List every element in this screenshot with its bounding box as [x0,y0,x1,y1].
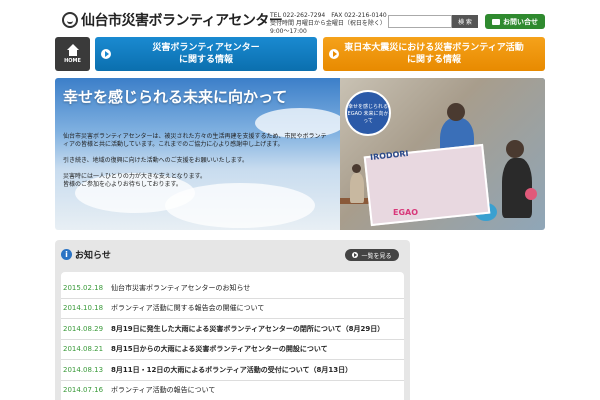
view-all-button[interactable]: 一覧を見る [345,249,399,261]
person [350,173,364,203]
news-section: i お知らせ 一覧を見る 2015.02.18 仙台市災害ボランティアセンターの… [55,240,410,400]
cloud [165,183,315,228]
orange-nav-line1: 東日本大震災における災害ボランティア活動 [344,43,524,53]
search-form: 検 索 [388,15,478,28]
person-head [447,103,465,121]
news-link[interactable]: 仙台市災害ボランティアセンターのお知らせ [111,283,250,293]
arrow-right-icon [329,49,339,59]
container [525,188,537,200]
chevron-right-icon [352,252,359,258]
orange-nav-line2: に関する情報 [406,55,461,65]
egao-badge: 幸せを感じられる EGAO 未来に向かって [345,90,391,136]
mail-icon [492,18,500,25]
hero-body: 仙台市災害ボランティアセンターは、被災された方々の生活再建を支援するため、市民や… [63,133,331,189]
news-date: 2014.08.21 [63,345,104,354]
news-item[interactable]: 2014.10.18 ボランティア活動に関する報告会の開催について [61,299,404,319]
news-link[interactable]: 8月15日からの大雨による災害ボランティアセンターの開設について [111,344,328,354]
hero-title: 幸せを感じられる未来に向かって [63,88,288,106]
news-item[interactable]: 2014.07.16 ボランティア活動の報告について [61,381,404,400]
info-icon: i [61,249,72,260]
person-head [352,164,361,173]
news-link[interactable]: ボランティア活動に関する報告会の開催について [111,303,264,313]
hero-paragraph: 災害時には一人ひとりの力が大きな支えとなります。 [63,173,207,180]
smile-logo-icon [62,12,78,28]
hero-paragraph: 仙台市災害ボランティアセンターは、被災された方々の生活再建を支援するため、市民や… [63,133,327,148]
news-item[interactable]: 2014.08.13 8月11日・12日の大雨によるボランティア活動の受付につい… [61,360,404,381]
news-link[interactable]: ボランティア活動の報告について [111,385,215,395]
logo-text: 仙台市災害ボランティアセンター [81,13,283,29]
news-item[interactable]: 2014.08.29 8月19日に発生した大雨による災害ボランティアセンターの閉… [61,319,404,340]
home-icon [66,44,80,56]
header: 仙台市災害ボランティアセンター TEL 022-262-7294 FAX 022… [0,0,600,36]
home-button[interactable]: HOME [55,37,90,71]
contact-hours: 受付時間 月曜日から金曜日（祝日を除く） [270,20,386,27]
contact-time: 9:00～17:00 [270,28,307,35]
news-item[interactable]: 2014.08.21 8月15日からの大雨による災害ボランティアセンターの開設に… [61,340,404,360]
news-list: 2015.02.18 仙台市災害ボランティアセンターのお知らせ 2014.10.… [61,272,404,400]
contact-info: TEL 022-262-7294 FAX 022-216-0140 受付時間 月… [270,12,387,36]
hero-banner: 幸せを感じられる未来に向かって 仙台市災害ボランティアセンターは、被災された方々… [55,78,545,230]
search-input[interactable] [388,15,452,28]
news-header: i お知らせ [61,248,111,261]
blue-nav-line2: に関する情報 [178,55,233,65]
person-head [506,140,524,158]
news-date: 2014.10.18 [63,304,104,313]
arrow-right-icon [101,49,111,59]
news-date: 2014.07.16 [63,386,104,395]
hero-paragraph: 引き続き、地域の復興に向けた活動へのご支援をお願いいたします。 [63,157,248,164]
news-link[interactable]: 8月11日・12日の大雨によるボランティア活動の受付について（8月13日） [111,365,352,375]
news-title: お知らせ [75,251,111,261]
news-item[interactable]: 2015.02.18 仙台市災害ボランティアセンターのお知らせ [61,278,404,299]
blue-nav-line1: 災害ボランティアセンター [152,43,260,53]
home-label: HOME [64,58,81,64]
site-logo[interactable]: 仙台市災害ボランティアセンター [62,10,283,30]
banner-egao-text: EGAO [393,208,419,217]
volunteer-center-info-button[interactable]: 災害ボランティアセンター に関する情報 [95,37,317,71]
view-all-label: 一覧を見る [361,252,392,260]
inquiry-label: お問い合せ [503,17,538,26]
contact-phone: TEL 022-262-7294 FAX 022-216-0140 [270,12,387,19]
earthquake-volunteer-info-button[interactable]: 東日本大震災における災害ボランティア活動 に関する情報 [323,37,545,71]
news-date: 2014.08.29 [63,324,104,333]
news-date: 2014.08.13 [63,365,104,374]
inquiry-button[interactable]: お問い合せ [485,14,545,29]
news-date: 2015.02.18 [63,283,104,292]
search-button[interactable]: 検 索 [452,15,478,28]
hero-paragraph: 皆様のご参加を心よりお待ちしております。 [63,181,182,188]
news-link[interactable]: 8月19日に発生した大雨による災害ボランティアセンターの閉所について（8月29日… [111,324,384,334]
